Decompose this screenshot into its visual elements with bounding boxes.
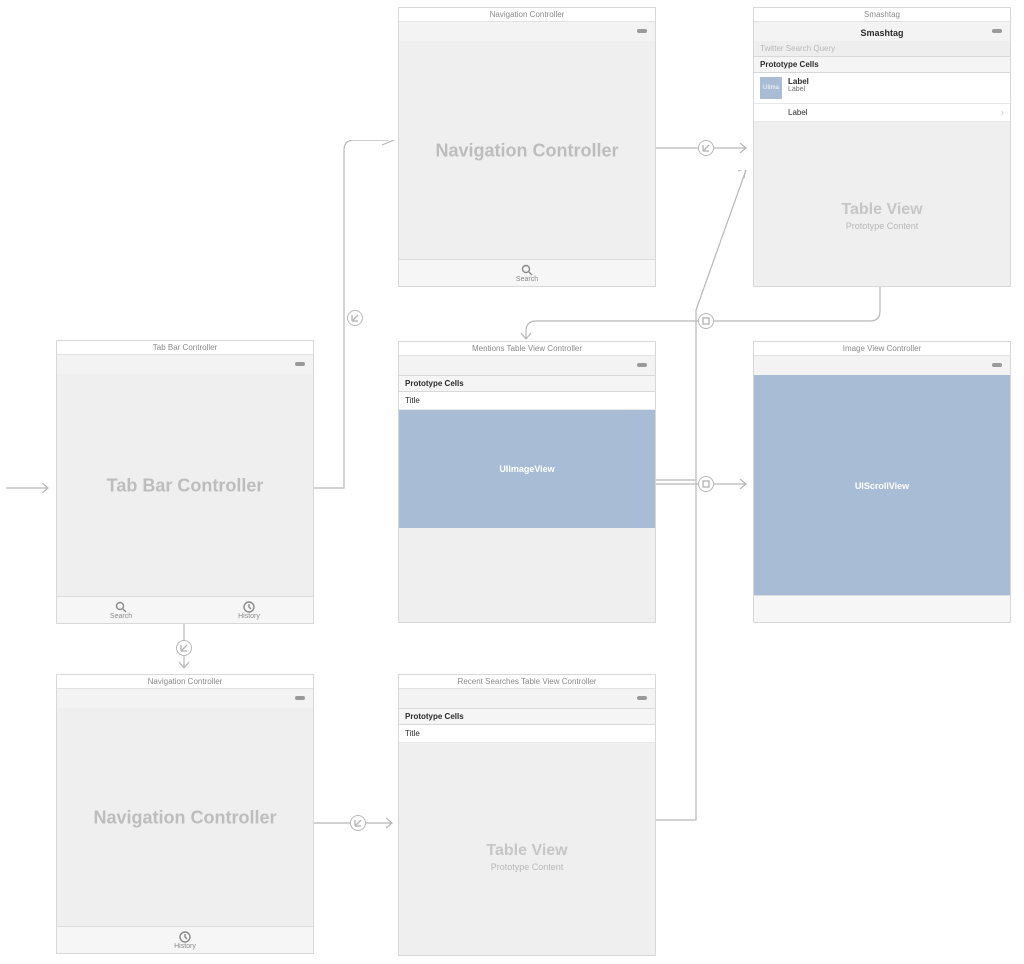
search-field[interactable]: Twitter Search Query: [754, 41, 1010, 56]
scene-title: Navigation Controller: [57, 675, 313, 689]
placeholder-big-label: Tab Bar Controller: [57, 475, 313, 496]
scene-nav-controller-top[interactable]: Navigation Controller Navigation Control…: [398, 7, 656, 287]
scene-body: Prototype Cells Title Table View Prototy…: [399, 708, 655, 955]
scene-nav-controller-bottom[interactable]: Navigation Controller Navigation Control…: [56, 674, 314, 954]
tab-bar: Search: [399, 259, 655, 286]
scene-image-vc[interactable]: Image View Controller UIScrollView: [753, 341, 1011, 623]
image-cell[interactable]: UIImageView: [399, 410, 655, 528]
navbar-more-icon[interactable]: [992, 363, 1002, 367]
disclosure-icon: ›: [1001, 107, 1004, 118]
prototype-cells-header: Prototype Cells: [399, 375, 655, 392]
scene-title: Navigation Controller: [399, 8, 655, 22]
tableview-big-label: Table View: [754, 201, 1010, 219]
search-icon: [521, 264, 533, 276]
relationship-icon: [351, 314, 359, 322]
history-icon: [243, 601, 255, 613]
tableview-sub-label: Prototype Content: [399, 862, 655, 872]
placeholder-big-label: Navigation Controller: [399, 140, 655, 161]
tweet-cell-line2: Label: [788, 86, 1004, 93]
history-icon: [179, 931, 191, 943]
tab-bar: History: [57, 926, 313, 953]
detail-cell-label: Label: [788, 108, 808, 117]
storyboard-canvas: Tab Bar Controller Tab Bar Controller Se…: [0, 0, 1024, 964]
tab-item-label: Search: [516, 276, 538, 283]
title-cell[interactable]: Title: [399, 392, 655, 410]
tweet-cell-line1: Label: [788, 77, 1004, 86]
scene-smashtag[interactable]: Smashtag Smashtag Twitter Search Query P…: [753, 7, 1011, 287]
scene-tabbar-controller[interactable]: Tab Bar Controller Tab Bar Controller Se…: [56, 340, 314, 624]
tweet-avatar-imageview: UIIma: [760, 77, 782, 99]
tableview-sub-label: Prototype Content: [754, 221, 1010, 231]
segue-badge[interactable]: [698, 140, 714, 156]
relationship-icon: [354, 819, 362, 827]
bottom-bar: [754, 595, 1010, 622]
navbar-more-icon[interactable]: [637, 696, 647, 700]
search-icon: [115, 601, 127, 613]
navbar-more-icon[interactable]: [992, 29, 1002, 33]
segue-badge[interactable]: [350, 815, 366, 831]
relationship-icon: [702, 144, 710, 152]
tab-item-label: History: [238, 613, 260, 620]
tableview-placeholder: Table View Prototype Content: [754, 146, 1010, 286]
navbar-more-icon[interactable]: [637, 29, 647, 33]
tableview-big-label: Table View: [399, 842, 655, 860]
scene-title: Tab Bar Controller: [57, 341, 313, 355]
title-cell[interactable]: Title: [399, 725, 655, 743]
prototype-cells-header: Prototype Cells: [399, 708, 655, 725]
navbar-more-icon[interactable]: [295, 696, 305, 700]
scene-body: Tab Bar Controller: [57, 374, 313, 597]
segue-badge[interactable]: [347, 310, 363, 326]
scene-mentions-tvc[interactable]: Mentions Table View Controller Prototype…: [398, 341, 656, 623]
segue-badge[interactable]: [176, 640, 192, 656]
segue-recent-to-smashtag[interactable]: [656, 470, 716, 830]
relationship-icon: [180, 644, 188, 652]
tweet-cell[interactable]: UIIma Label Label: [754, 73, 1010, 104]
navbar-more-icon[interactable]: [295, 362, 305, 366]
tab-bar: Search History: [57, 596, 313, 623]
scene-title: Recent Searches Table View Controller: [399, 675, 655, 689]
uiscrollview[interactable]: UIScrollView: [754, 375, 1010, 596]
tab-item-history[interactable]: History: [185, 597, 313, 623]
tab-item-history[interactable]: History: [174, 927, 196, 953]
scene-title: Smashtag: [754, 8, 1010, 22]
prototype-cells-header: Prototype Cells: [754, 56, 1010, 73]
scene-body: Navigation Controller: [399, 41, 655, 260]
initial-arrow: [6, 480, 56, 496]
scene-recent-searches-tvc[interactable]: Recent Searches Table View Controller Pr…: [398, 674, 656, 956]
tab-item-search[interactable]: Search: [516, 260, 538, 286]
scene-body: Twitter Search Query Prototype Cells UII…: [754, 41, 1010, 286]
detail-cell[interactable]: Label ›: [754, 104, 1010, 122]
scene-body: Navigation Controller: [57, 708, 313, 927]
navbar-more-icon[interactable]: [637, 363, 647, 367]
scene-body: Prototype Cells Title UIImageView: [399, 375, 655, 622]
segue-mentions-to-smashtag[interactable]: [656, 170, 766, 492]
tab-item-label: Search: [110, 613, 132, 620]
tab-item-search[interactable]: Search: [57, 597, 185, 623]
tab-item-label: History: [174, 943, 196, 950]
placeholder-big-label: Navigation Controller: [57, 807, 313, 828]
tableview-placeholder: Table View Prototype Content: [399, 758, 655, 955]
